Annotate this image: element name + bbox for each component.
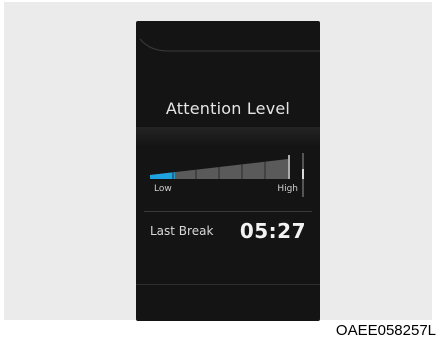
bottom-divider	[136, 284, 320, 285]
figure-code: OAEE058257L	[335, 322, 436, 339]
last-break-label: Last Break	[150, 224, 214, 238]
scroll-thumb	[302, 169, 304, 179]
screen-title: Attention Level	[165, 99, 291, 118]
scroll-indicator	[302, 153, 305, 197]
attention-gauge	[150, 155, 302, 187]
attention-gauge-graphic	[150, 155, 290, 179]
gauge-low-label: Low	[154, 184, 172, 194]
gauge-level-fill	[150, 172, 175, 179]
display-bezel-curve	[139, 38, 320, 52]
gauge-high-label: High	[277, 184, 298, 194]
title-separator-band	[136, 127, 320, 147]
last-break-time: 05:27	[239, 219, 306, 243]
cluster-display: Attention Level Low High Last Break 05:2…	[136, 21, 320, 321]
divider	[144, 211, 312, 212]
